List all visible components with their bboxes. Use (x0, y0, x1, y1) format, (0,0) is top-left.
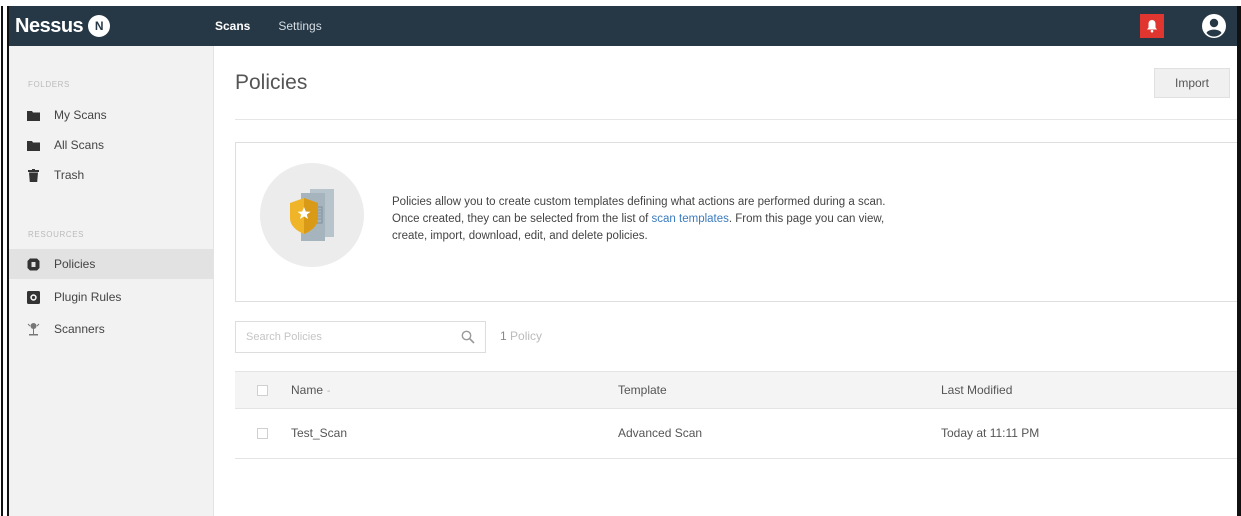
sidebar-item-policies[interactable]: Policies (9, 249, 213, 279)
description-line-2-start: Once created, they can be selected from … (392, 213, 652, 225)
column-header-last-modified[interactable]: Last Modified (941, 383, 1012, 397)
policy-count-label: Policy (510, 329, 543, 343)
sort-indicator: - (327, 386, 331, 397)
sidebar-item-all-scans[interactable]: All Scans (9, 130, 213, 160)
bell-icon (1147, 20, 1157, 33)
nessus-app: Nessus N Scans Settings FOLDERS My Scans… (9, 6, 1237, 516)
user-icon (1202, 14, 1226, 38)
description-line-2-end: . From this page you can view, (728, 213, 885, 225)
logo-text: Nessus (15, 14, 84, 37)
nessus-logo[interactable]: Nessus N (15, 12, 111, 40)
sidebar: FOLDERS My Scans All Scans Trash RESOURC… (9, 46, 214, 516)
policy-document-icon (290, 189, 334, 241)
title-divider (235, 119, 1237, 120)
nav-settings[interactable]: Settings (278, 19, 321, 33)
row-checkbox[interactable] (257, 428, 268, 439)
policy-count: 1 Policy (500, 329, 542, 343)
description-line-1: Policies allow you to create custom temp… (392, 196, 886, 208)
folder-icon (26, 108, 40, 122)
sidebar-item-label: My Scans (54, 108, 107, 122)
sidebar-item-trash[interactable]: Trash (9, 160, 213, 190)
table-header: Name - Template Last Modified (235, 371, 1237, 409)
shield-icon (26, 257, 40, 271)
scan-templates-link[interactable]: scan templates (652, 213, 729, 225)
sidebar-item-plugin-rules[interactable]: Plugin Rules (9, 282, 213, 312)
top-bar: Nessus N Scans Settings (9, 6, 1237, 46)
trash-icon (26, 168, 40, 182)
search-icon[interactable] (461, 330, 475, 344)
page-title: Policies (235, 71, 308, 94)
plugin-icon (26, 290, 40, 304)
select-all-checkbox[interactable] (257, 385, 268, 396)
top-nav: Scans Settings (215, 6, 350, 46)
policy-illustration (260, 163, 364, 267)
sidebar-item-label: Scanners (54, 322, 105, 336)
description-line-2: Once created, they can be selected from … (392, 211, 1092, 228)
column-header-name[interactable]: Name - (291, 383, 330, 397)
row-template: Advanced Scan (618, 426, 703, 440)
policy-count-number: 1 (500, 329, 507, 343)
resources-section-label: RESOURCES (28, 230, 85, 239)
nav-scans[interactable]: Scans (215, 19, 250, 33)
logo-badge: N (88, 15, 111, 37)
sidebar-item-label: Policies (54, 257, 96, 271)
sidebar-item-label: Trash (54, 168, 85, 182)
row-name: Test_Scan (291, 426, 348, 440)
folder-icon (26, 138, 40, 152)
folders-section-label: FOLDERS (28, 80, 70, 89)
import-button[interactable]: Import (1154, 68, 1230, 98)
policies-info-panel: Policies allow you to create custom temp… (235, 142, 1237, 302)
column-header-template[interactable]: Template (618, 383, 667, 397)
column-header-name-label: Name (291, 383, 324, 397)
description-line-3: create, import, download, edit, and dele… (392, 230, 648, 242)
policies-description: Policies allow you to create custom temp… (392, 194, 1092, 245)
user-menu-button[interactable] (1201, 13, 1227, 39)
row-last-modified: Today at 11:11 PM (941, 426, 1040, 440)
scanner-icon (26, 322, 40, 336)
search-policies-box (235, 321, 486, 353)
sidebar-item-my-scans[interactable]: My Scans (9, 100, 213, 130)
sidebar-item-label: Plugin Rules (54, 290, 122, 304)
table-row[interactable]: Test_Scan Advanced Scan Today at 11:11 P… (235, 409, 1237, 459)
sidebar-item-scanners[interactable]: Scanners (9, 314, 213, 344)
main-content: Policies Import Policies allow you to cr… (214, 46, 1237, 516)
notifications-button[interactable] (1140, 14, 1164, 38)
search-input[interactable] (236, 330, 448, 344)
sidebar-item-label: All Scans (54, 138, 105, 152)
